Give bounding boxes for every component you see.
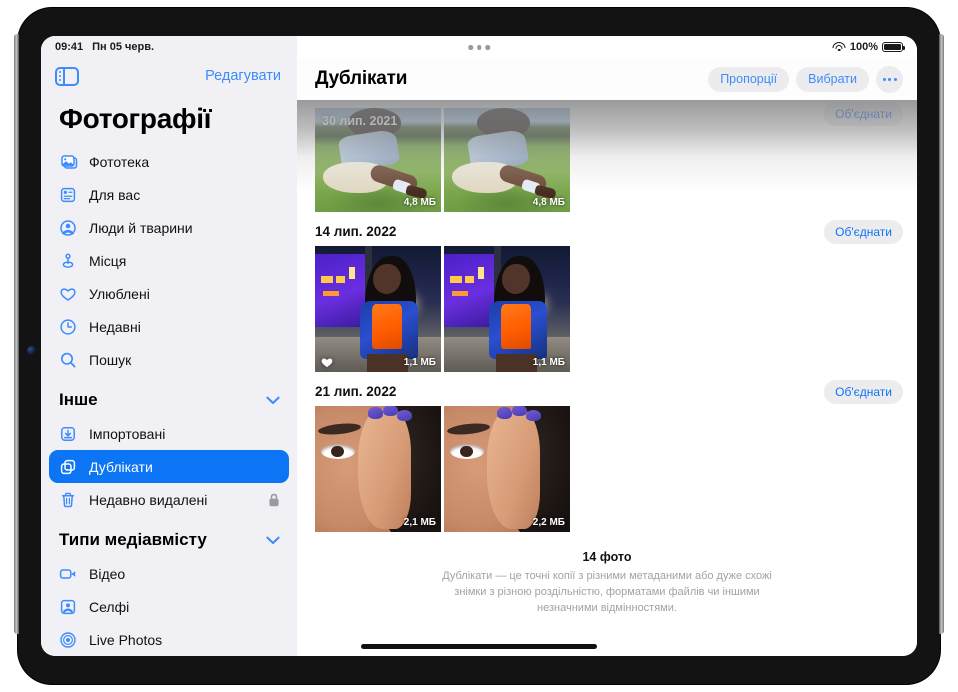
sidebar-item-photo-library[interactable]: Фототека <box>49 145 289 178</box>
photo-thumbnail[interactable]: 30 лип. 2021 4,8 МБ <box>315 108 441 212</box>
group-thumbnails: 1,1 МБ 1,1 МБ <box>297 246 917 372</box>
clock-icon <box>60 318 76 335</box>
sidebar-item-people-pets[interactable]: Люди й тварини <box>49 211 289 244</box>
photo-size-label: 2,2 МБ <box>532 517 565 528</box>
for-you-icon <box>60 187 76 202</box>
photo-size-label: 4,8 МБ <box>403 197 436 208</box>
photo-size-label: 2,1 МБ <box>403 517 436 528</box>
photo-count-label: 14 фото <box>582 550 632 564</box>
sidebar-item-live-photos[interactable]: Live Photos <box>49 623 289 656</box>
group-date: 21 лип. 2022 <box>315 384 397 399</box>
photo-thumbnail[interactable]: 1,1 МБ <box>444 246 570 372</box>
heart-icon <box>60 287 76 301</box>
photo-size-label: 4,8 МБ <box>532 197 565 208</box>
content-header: Дублікати Пропорції Вибрати <box>297 58 917 100</box>
sidebar-item-duplicates[interactable]: Дублікати <box>49 450 289 483</box>
sidebar-toggle-icon[interactable] <box>55 66 79 86</box>
lock-icon <box>269 493 279 506</box>
content-toolbar: Пропорції Вибрати <box>708 65 903 93</box>
multitasking-controls[interactable] <box>468 45 490 50</box>
sidebar-item-label: Селфі <box>89 598 130 615</box>
duplicates-icon <box>60 459 76 474</box>
duplicate-group: 14 лип. 2022 Об'єднати 1,1 МБ 1,1 МБ <box>297 212 917 372</box>
trash-icon <box>61 492 75 507</box>
merge-button[interactable]: Об'єднати <box>824 101 903 126</box>
content-area: Дублікати Пропорції Вибрати 30 лип. 2021… <box>297 36 917 656</box>
sidebar-item-label: Імпортовані <box>89 425 166 442</box>
sidebar-item-label: Улюблені <box>89 285 150 302</box>
photo-library-icon <box>61 154 78 169</box>
photo-size-label: 1,1 МБ <box>403 357 436 368</box>
sidebar-item-label: Для вас <box>89 186 141 203</box>
live-photos-icon <box>60 631 76 648</box>
duplicates-scroll-list[interactable]: 30 лип. 2021 Об'єднати 30 лип. 2021 4,8 … <box>297 100 917 656</box>
duplicate-group: 30 лип. 2021 Об'єднати 30 лип. 2021 4,8 … <box>297 100 917 212</box>
sidebar-item-label: Недавно видалені <box>89 491 208 508</box>
sidebar-item-label: Live Photos <box>89 631 163 648</box>
sidebar: Редагувати Фотографії Фототека Для вас Л… <box>41 36 297 656</box>
merge-button[interactable]: Об'єднати <box>824 219 903 244</box>
photo-thumbnail[interactable]: 4,8 МБ <box>444 108 570 212</box>
photo-size-label: 1,1 МБ <box>532 357 565 368</box>
chevron-down-icon[interactable] <box>266 396 280 405</box>
sidebar-item-for-you[interactable]: Для вас <box>49 178 289 211</box>
selfie-icon <box>60 599 76 614</box>
aspect-ratio-button[interactable]: Пропорції <box>708 66 790 92</box>
ellipsis-icon[interactable] <box>876 65 903 93</box>
group-header: 21 лип. 2022 Об'єднати <box>297 372 917 406</box>
sidebar-item-favorites[interactable]: Улюблені <box>49 277 289 310</box>
sidebar-item-label: Місця <box>89 252 127 269</box>
sidebar-item-recently-deleted[interactable]: Недавно видалені <box>49 483 289 516</box>
favorite-heart-icon <box>321 358 333 368</box>
ipad-device-frame: 09:41 Пн 05 черв. 100% Редагувати Фотогр… <box>14 8 944 684</box>
group-date: 14 лип. 2022 <box>315 224 397 239</box>
search-icon <box>61 352 76 367</box>
merge-button[interactable]: Об'єднати <box>824 379 903 404</box>
edit-button[interactable]: Редагувати <box>205 68 281 84</box>
duplicates-description: Дублікати — це точні копії з різними мет… <box>442 570 772 614</box>
places-pin-icon <box>62 253 74 268</box>
ipad-screen: 09:41 Пн 05 черв. 100% Редагувати Фотогр… <box>41 36 917 656</box>
duplicates-footer: 14 фото Дублікати — це точні копії з різ… <box>297 532 917 627</box>
sidebar-item-label: Дублікати <box>89 458 153 475</box>
group-thumbnails: 2,1 МБ 2,2 МБ <box>297 406 917 532</box>
video-icon <box>59 568 76 579</box>
sidebar-item-label: Недавні <box>89 318 141 335</box>
import-icon <box>61 426 75 441</box>
select-button[interactable]: Вибрати <box>796 66 869 92</box>
section-header-label: Типи медіавмісту <box>59 530 207 549</box>
front-camera-icon <box>27 346 36 355</box>
sidebar-item-recents[interactable]: Недавні <box>49 310 289 343</box>
people-pets-icon <box>60 219 76 236</box>
home-indicator[interactable] <box>361 644 597 649</box>
section-header-label: Інше <box>59 390 98 409</box>
chevron-down-icon[interactable] <box>266 536 280 545</box>
sidebar-item-label: Люди й тварини <box>89 219 193 236</box>
sidebar-item-search[interactable]: Пошук <box>49 343 289 376</box>
photo-thumbnail[interactable]: 2,2 МБ <box>444 406 570 532</box>
sidebar-item-video[interactable]: Відео <box>49 557 289 590</box>
group-thumbnails: 30 лип. 2021 4,8 МБ 4,8 МБ <box>297 108 917 212</box>
sidebar-item-label: Відео <box>89 565 126 582</box>
sidebar-primary-list: Фототека Для вас Люди й тварини Місця Ул… <box>41 145 297 656</box>
sidebar-toolbar: Редагувати <box>41 58 297 94</box>
sidebar-section-other[interactable]: Інше <box>49 376 289 417</box>
sidebar-section-media-types[interactable]: Типи медіавмісту <box>49 516 289 557</box>
sidebar-item-selfies[interactable]: Селфі <box>49 590 289 623</box>
photo-thumbnail[interactable]: 2,1 МБ <box>315 406 441 532</box>
sidebar-item-label: Пошук <box>89 351 132 368</box>
photo-date-overlay: 30 лип. 2021 <box>322 114 398 128</box>
page-title: Фотографії <box>59 103 212 134</box>
duplicate-group: 21 лип. 2022 Об'єднати 2,1 МБ 2,2 МБ <box>297 372 917 532</box>
sidebar-item-imported[interactable]: Імпортовані <box>49 417 289 450</box>
sidebar-item-label: Фототека <box>89 153 150 170</box>
group-header: 14 лип. 2022 Об'єднати <box>297 212 917 246</box>
photo-thumbnail[interactable]: 1,1 МБ <box>315 246 441 372</box>
sidebar-item-places[interactable]: Місця <box>49 244 289 277</box>
content-title: Дублікати <box>315 68 408 89</box>
